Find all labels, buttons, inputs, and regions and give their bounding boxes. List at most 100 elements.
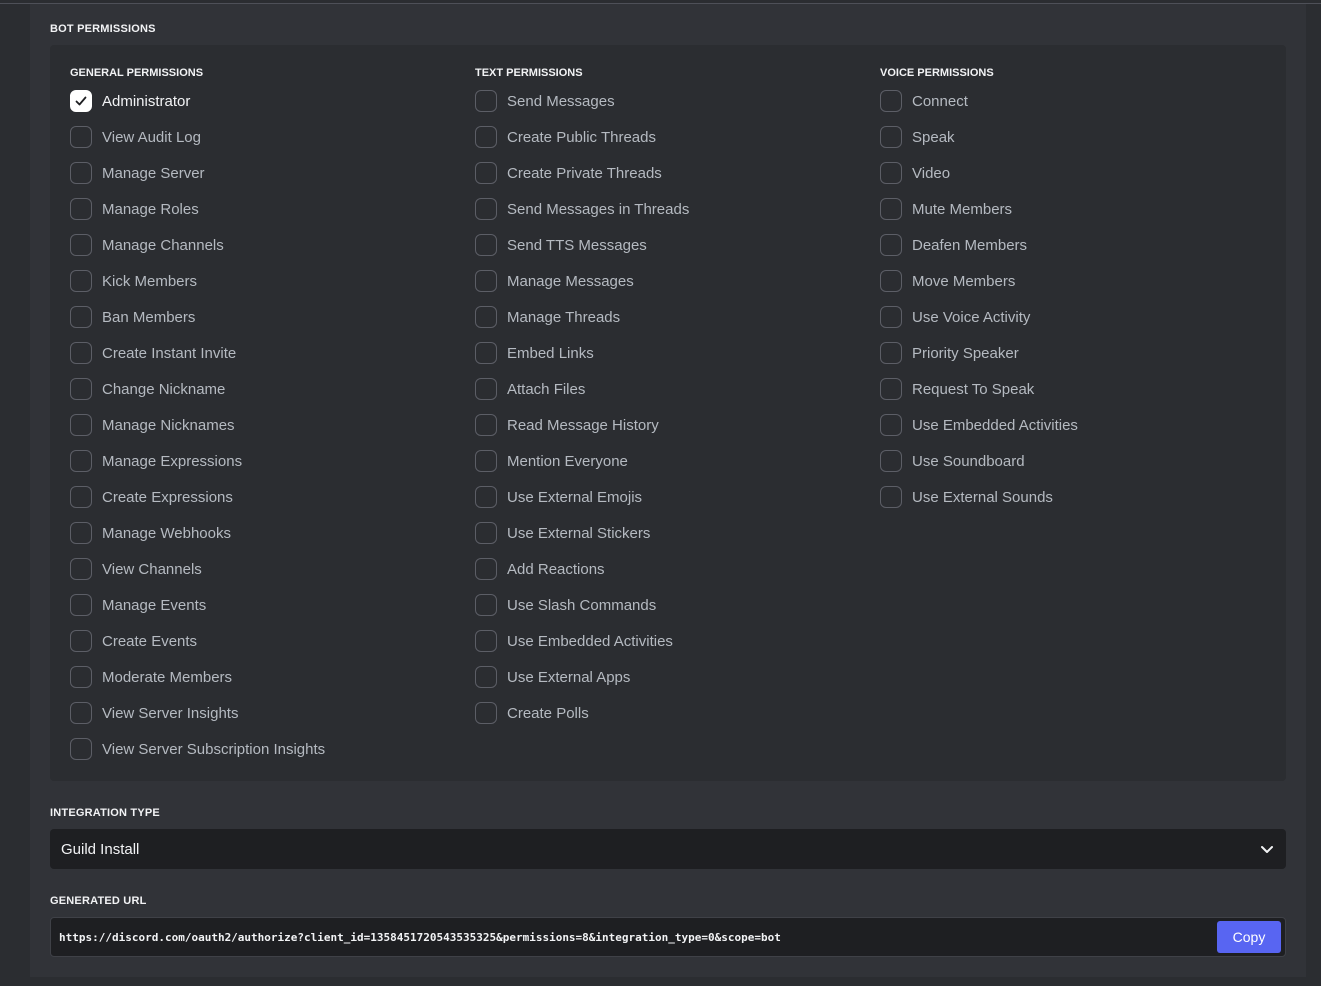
- checkbox[interactable]: [70, 702, 92, 724]
- checkbox[interactable]: [475, 270, 497, 292]
- checkbox-checked[interactable]: [70, 90, 92, 112]
- permission-manage-channels[interactable]: Manage Channels: [70, 232, 224, 258]
- permission-use-external-stickers[interactable]: Use External Stickers: [475, 520, 650, 546]
- checkbox[interactable]: [70, 450, 92, 472]
- permission-create-events[interactable]: Create Events: [70, 628, 197, 654]
- permission-use-slash-commands[interactable]: Use Slash Commands: [475, 592, 656, 618]
- checkbox[interactable]: [70, 306, 92, 328]
- checkbox[interactable]: [70, 558, 92, 580]
- permission-add-reactions[interactable]: Add Reactions: [475, 556, 605, 582]
- checkbox[interactable]: [70, 378, 92, 400]
- permission-send-tts-messages[interactable]: Send TTS Messages: [475, 232, 647, 258]
- checkbox[interactable]: [880, 162, 902, 184]
- copy-button[interactable]: Copy: [1217, 921, 1281, 953]
- permission-create-expressions[interactable]: Create Expressions: [70, 484, 233, 510]
- checkbox[interactable]: [70, 630, 92, 652]
- checkbox[interactable]: [880, 90, 902, 112]
- permission-embed-links[interactable]: Embed Links: [475, 340, 594, 366]
- permission-create-instant-invite[interactable]: Create Instant Invite: [70, 340, 236, 366]
- checkbox[interactable]: [70, 666, 92, 688]
- checkbox[interactable]: [880, 234, 902, 256]
- permission-view-audit-log[interactable]: View Audit Log: [70, 124, 201, 150]
- checkbox[interactable]: [70, 414, 92, 436]
- permission-view-server-subscription-insights[interactable]: View Server Subscription Insights: [70, 736, 325, 762]
- permission-use-voice-activity[interactable]: Use Voice Activity: [880, 304, 1030, 330]
- permission-manage-webhooks[interactable]: Manage Webhooks: [70, 520, 231, 546]
- permission-video[interactable]: Video: [880, 160, 950, 186]
- permission-speak[interactable]: Speak: [880, 124, 955, 150]
- checkbox[interactable]: [475, 306, 497, 328]
- checkbox[interactable]: [70, 342, 92, 364]
- checkbox[interactable]: [475, 594, 497, 616]
- permission-read-message-history[interactable]: Read Message History: [475, 412, 659, 438]
- permission-send-messages-in-threads[interactable]: Send Messages in Threads: [475, 196, 689, 222]
- permission-use-soundboard[interactable]: Use Soundboard: [880, 448, 1025, 474]
- permission-connect[interactable]: Connect: [880, 88, 968, 114]
- checkbox[interactable]: [475, 162, 497, 184]
- permission-attach-files[interactable]: Attach Files: [475, 376, 585, 402]
- checkbox[interactable]: [880, 414, 902, 436]
- permission-send-messages[interactable]: Send Messages: [475, 88, 615, 114]
- generated-url-text[interactable]: https://discord.com/oauth2/authorize?cli…: [59, 931, 1217, 944]
- checkbox[interactable]: [880, 450, 902, 472]
- checkbox[interactable]: [475, 414, 497, 436]
- checkbox[interactable]: [475, 630, 497, 652]
- permission-create-private-threads[interactable]: Create Private Threads: [475, 160, 662, 186]
- checkbox[interactable]: [70, 594, 92, 616]
- permission-priority-speaker[interactable]: Priority Speaker: [880, 340, 1019, 366]
- permission-use-embedded-activities[interactable]: Use Embedded Activities: [475, 628, 673, 654]
- checkbox[interactable]: [70, 162, 92, 184]
- checkbox[interactable]: [70, 234, 92, 256]
- checkbox[interactable]: [475, 522, 497, 544]
- permission-use-embedded-activities[interactable]: Use Embedded Activities: [880, 412, 1078, 438]
- checkbox[interactable]: [880, 342, 902, 364]
- permission-manage-expressions[interactable]: Manage Expressions: [70, 448, 242, 474]
- permission-view-channels[interactable]: View Channels: [70, 556, 202, 582]
- checkbox[interactable]: [475, 666, 497, 688]
- permission-use-external-apps[interactable]: Use External Apps: [475, 664, 630, 690]
- checkbox[interactable]: [475, 558, 497, 580]
- checkbox[interactable]: [880, 306, 902, 328]
- permission-kick-members[interactable]: Kick Members: [70, 268, 197, 294]
- checkbox[interactable]: [475, 702, 497, 724]
- permission-manage-roles[interactable]: Manage Roles: [70, 196, 199, 222]
- checkbox[interactable]: [70, 522, 92, 544]
- permission-move-members[interactable]: Move Members: [880, 268, 1015, 294]
- checkbox[interactable]: [475, 90, 497, 112]
- permission-manage-events[interactable]: Manage Events: [70, 592, 206, 618]
- checkbox[interactable]: [880, 198, 902, 220]
- permission-create-public-threads[interactable]: Create Public Threads: [475, 124, 656, 150]
- generated-url-field[interactable]: https://discord.com/oauth2/authorize?cli…: [50, 917, 1286, 957]
- checkbox[interactable]: [880, 378, 902, 400]
- permission-mention-everyone[interactable]: Mention Everyone: [475, 448, 628, 474]
- checkbox[interactable]: [475, 342, 497, 364]
- permission-use-external-emojis[interactable]: Use External Emojis: [475, 484, 642, 510]
- permission-create-polls[interactable]: Create Polls: [475, 700, 589, 726]
- permission-request-to-speak[interactable]: Request To Speak: [880, 376, 1034, 402]
- permission-mute-members[interactable]: Mute Members: [880, 196, 1012, 222]
- permission-view-server-insights[interactable]: View Server Insights: [70, 700, 238, 726]
- checkbox[interactable]: [880, 126, 902, 148]
- permission-manage-server[interactable]: Manage Server: [70, 160, 205, 186]
- permission-use-external-sounds[interactable]: Use External Sounds: [880, 484, 1053, 510]
- permission-manage-messages[interactable]: Manage Messages: [475, 268, 634, 294]
- permission-administrator[interactable]: Administrator: [70, 88, 190, 114]
- checkbox[interactable]: [880, 486, 902, 508]
- checkbox[interactable]: [475, 234, 497, 256]
- checkbox[interactable]: [70, 126, 92, 148]
- checkbox[interactable]: [70, 738, 92, 760]
- integration-type-select[interactable]: Guild Install: [50, 829, 1286, 869]
- checkbox[interactable]: [475, 450, 497, 472]
- checkbox[interactable]: [475, 378, 497, 400]
- checkbox[interactable]: [70, 486, 92, 508]
- checkbox[interactable]: [70, 198, 92, 220]
- checkbox[interactable]: [880, 270, 902, 292]
- checkbox[interactable]: [70, 270, 92, 292]
- permission-manage-threads[interactable]: Manage Threads: [475, 304, 620, 330]
- permission-deafen-members[interactable]: Deafen Members: [880, 232, 1027, 258]
- checkbox[interactable]: [475, 486, 497, 508]
- permission-moderate-members[interactable]: Moderate Members: [70, 664, 232, 690]
- permission-change-nickname[interactable]: Change Nickname: [70, 376, 225, 402]
- checkbox[interactable]: [475, 126, 497, 148]
- permission-ban-members[interactable]: Ban Members: [70, 304, 195, 330]
